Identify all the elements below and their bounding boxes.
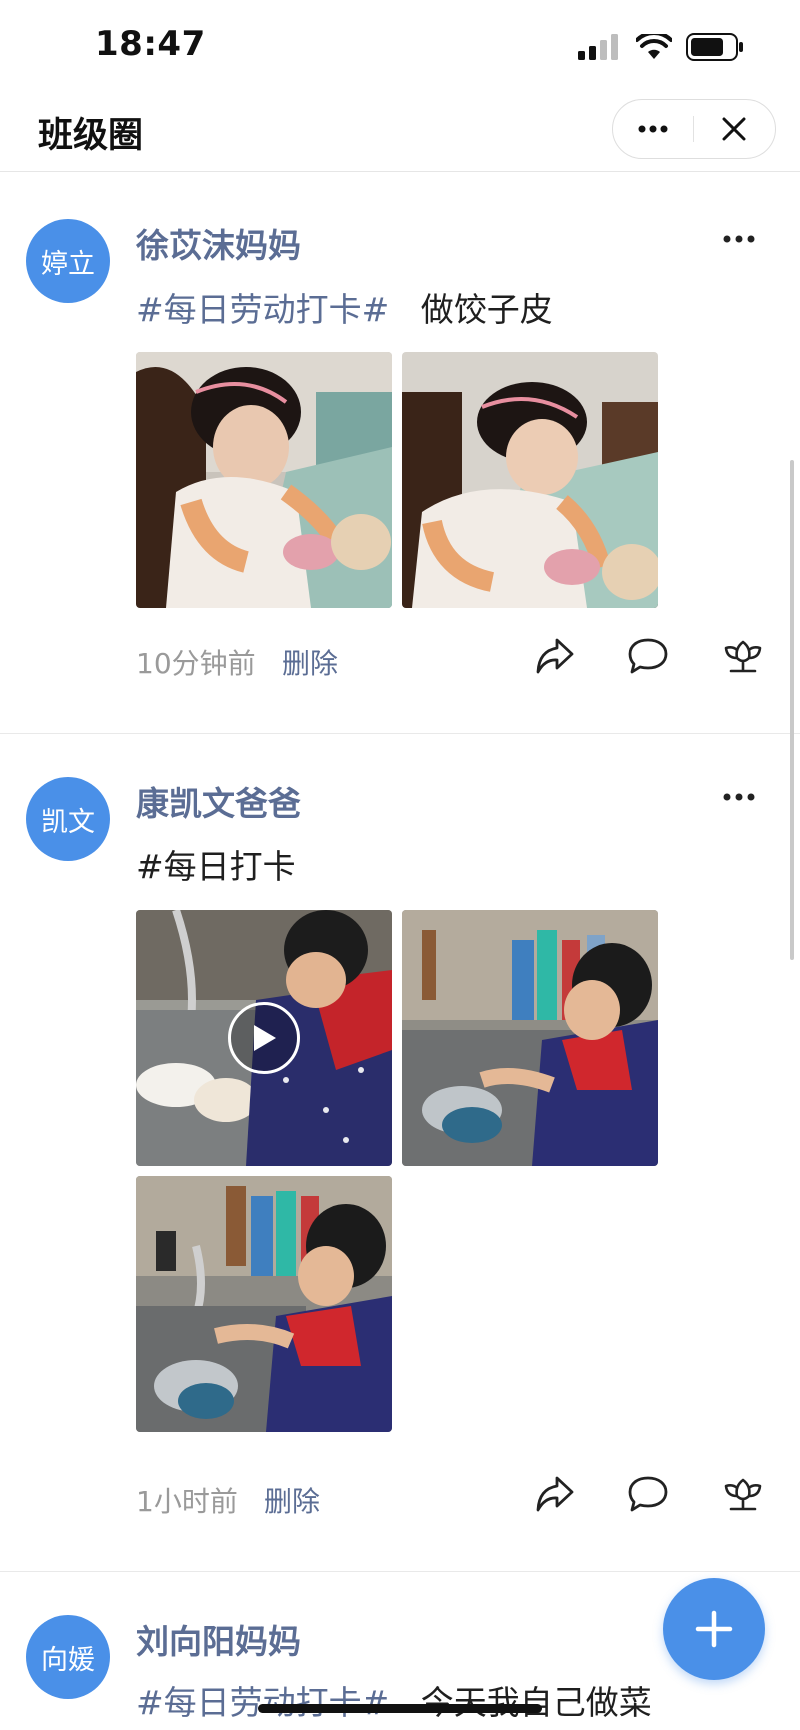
capsule-close-button[interactable] — [694, 100, 774, 158]
post-time: 10分钟前 — [136, 647, 256, 680]
post-content: #每日劳动打卡# 今天我自己做菜 — [136, 1676, 652, 1724]
post-divider — [0, 1571, 800, 1572]
share-button[interactable] — [531, 632, 579, 680]
post-text: 今天我自己做菜 — [420, 1683, 652, 1722]
page-title: 班级圈 — [38, 116, 144, 156]
post-divider — [0, 733, 800, 734]
share-button[interactable] — [531, 1470, 579, 1518]
post-topic-tag[interactable]: #每日劳动打卡# — [136, 1683, 389, 1722]
mini-program-capsule — [612, 99, 776, 159]
status-icons — [578, 30, 744, 64]
author-name[interactable]: 徐苡沫妈妈 — [136, 219, 301, 267]
comment-button[interactable] — [624, 632, 672, 680]
share-icon — [536, 1476, 574, 1512]
play-icon — [254, 1025, 276, 1051]
post-photo[interactable] — [136, 352, 392, 608]
comment-icon — [628, 638, 668, 674]
like-button[interactable] — [719, 1470, 767, 1518]
post-content: #每日打卡 — [136, 840, 296, 888]
author-name[interactable]: 刘向阳妈妈 — [136, 1615, 301, 1663]
delete-link[interactable]: 删除 — [282, 642, 338, 682]
battery-icon — [686, 33, 743, 61]
post-video[interactable] — [136, 910, 392, 1166]
post-content: #每日劳动打卡# 做饺子皮 — [136, 283, 553, 331]
home-indicator — [258, 1704, 542, 1713]
ellipsis-icon — [638, 125, 668, 133]
post-more-button[interactable] — [714, 782, 764, 812]
wifi-icon — [636, 34, 672, 59]
nav-bar: 班级圈 — [0, 95, 800, 172]
delete-link[interactable]: 删除 — [264, 1480, 320, 1520]
post-photo[interactable] — [402, 910, 658, 1166]
post-photo[interactable] — [136, 1176, 392, 1432]
post-time: 1小时前 — [136, 1485, 238, 1518]
post-text: 做饺子皮 — [420, 290, 553, 329]
post-topic-tag[interactable]: #每日打卡 — [136, 847, 296, 886]
avatar[interactable]: 向媛 — [26, 1615, 110, 1699]
plus-icon — [695, 1610, 733, 1648]
post-more-button[interactable] — [714, 224, 764, 254]
signal-icon — [578, 34, 618, 60]
author-name[interactable]: 康凯文爸爸 — [136, 777, 301, 825]
avatar[interactable]: 凯文 — [26, 777, 110, 861]
ellipsis-icon — [723, 793, 755, 801]
post-photo[interactable] — [402, 352, 658, 608]
play-button[interactable] — [228, 1002, 300, 1074]
avatar[interactable]: 婷立 — [26, 219, 110, 303]
share-icon — [536, 638, 574, 674]
comment-button[interactable] — [624, 1470, 672, 1518]
like-flower-icon — [724, 1478, 762, 1511]
status-time: 18:47 — [95, 24, 206, 64]
comment-icon — [628, 1476, 668, 1512]
like-button[interactable] — [719, 632, 767, 680]
scrollbar[interactable] — [790, 460, 794, 960]
post-topic-tag[interactable]: #每日劳动打卡# — [136, 290, 389, 329]
close-icon — [722, 117, 746, 141]
add-post-button[interactable] — [663, 1578, 765, 1680]
ellipsis-icon — [723, 235, 755, 243]
like-flower-icon — [724, 640, 762, 673]
capsule-more-button[interactable] — [613, 100, 693, 158]
status-bar: 18:47 — [0, 0, 800, 95]
